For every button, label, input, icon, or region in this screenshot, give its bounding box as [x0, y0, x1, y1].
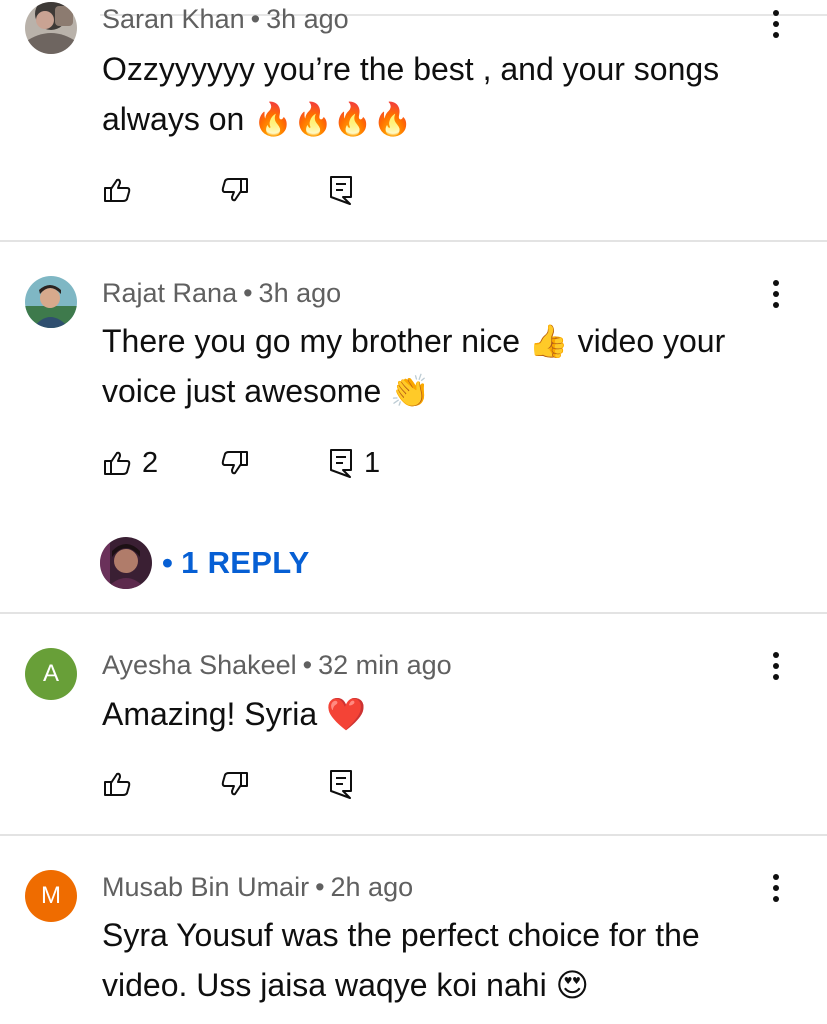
- thumb-down-icon: [220, 448, 250, 478]
- dot: [773, 652, 779, 658]
- comment-author[interactable]: Musab Bin Umair: [102, 872, 309, 902]
- dislike-button[interactable]: [220, 173, 250, 207]
- reply-button[interactable]: 1: [328, 446, 380, 480]
- comment-meta: Ayesha Shakeel • 32 min ago: [102, 650, 452, 681]
- more-options-button[interactable]: [764, 274, 788, 314]
- avatar[interactable]: [25, 276, 77, 328]
- reply-button[interactable]: [328, 767, 364, 801]
- comment-item: A Ayesha Shakeel • 32 min ago Amazing! Syr…: [0, 614, 827, 834]
- dot: [773, 302, 779, 308]
- like-button[interactable]: 2: [102, 446, 158, 480]
- comment-actions: [102, 767, 402, 801]
- more-options-button[interactable]: [764, 646, 788, 686]
- meta-separator: •: [243, 278, 253, 308]
- comment-item: Saran Khan • 3h ago Ozzyyyyyy you’re the b…: [0, 0, 827, 240]
- comment-meta: Rajat Rana • 3h ago: [102, 278, 341, 309]
- comment-actions: 2 1: [102, 446, 402, 480]
- thumb-up-icon: [102, 175, 132, 205]
- comment-meta: Saran Khan • 3h ago: [102, 4, 349, 35]
- comment-text: There you go my brother nice 👍 video you…: [102, 323, 726, 409]
- comment-text: Ozzyyyyyy you’re the best , and your son…: [102, 51, 720, 137]
- reply-separator: •: [162, 545, 174, 580]
- reply-button[interactable]: [328, 173, 364, 207]
- comment-actions: [102, 173, 402, 207]
- thumb-up-icon: [102, 769, 132, 799]
- avatar[interactable]: A: [25, 648, 77, 700]
- dot: [773, 896, 779, 902]
- dislike-button[interactable]: [220, 767, 250, 801]
- comment-reply-icon: [328, 768, 354, 800]
- meta-separator: •: [302, 650, 313, 680]
- thumb-down-icon: [220, 769, 250, 799]
- comment-time: 2h ago: [330, 872, 414, 902]
- more-options-button[interactable]: [764, 4, 788, 44]
- more-options-button[interactable]: [764, 868, 788, 908]
- meta-separator: •: [315, 872, 325, 902]
- like-button[interactable]: [102, 767, 142, 801]
- dot: [773, 21, 779, 27]
- comment-text: Amazing! Syria ❤️: [102, 696, 366, 732]
- comment-meta: Musab Bin Umair • 2h ago: [102, 872, 413, 903]
- comment-reply-icon: [328, 174, 354, 206]
- meta-separator: •: [250, 4, 261, 34]
- dot: [773, 663, 779, 669]
- comment-author[interactable]: Saran Khan: [102, 4, 245, 34]
- reply-count: 1: [364, 446, 381, 479]
- dot: [773, 280, 779, 286]
- dot: [773, 32, 779, 38]
- dot: [773, 874, 779, 880]
- comment-item: M Musab Bin Umair • 2h ago Syra Yousuf was…: [0, 836, 827, 1024]
- avatar[interactable]: M: [25, 870, 77, 922]
- avatar[interactable]: [25, 2, 77, 54]
- like-button[interactable]: [102, 173, 142, 207]
- like-count: 2: [142, 446, 159, 479]
- comment-time: 32 min ago: [318, 650, 452, 680]
- view-replies-link[interactable]: 1 REPLY: [181, 545, 309, 581]
- dot: [773, 291, 779, 297]
- view-replies[interactable]: • 1 REPLY: [100, 536, 310, 590]
- comment-text: Syra Yousuf was the perfect choice for t…: [102, 917, 700, 1003]
- comment-time: 3h ago: [266, 4, 349, 34]
- thumb-down-icon: [220, 175, 250, 205]
- thumb-up-icon: [102, 448, 132, 478]
- dot: [773, 674, 779, 680]
- comment-item: Rajat Rana • 3h ago There you go my brothe…: [0, 242, 827, 612]
- dot: [773, 10, 779, 16]
- reply-avatar: [100, 537, 152, 589]
- dot: [773, 885, 779, 891]
- dislike-button[interactable]: [220, 446, 250, 480]
- comment-reply-icon: [328, 447, 354, 479]
- comment-time: 3h ago: [258, 278, 342, 308]
- comment-author[interactable]: Ayesha Shakeel: [102, 650, 297, 680]
- comment-author[interactable]: Rajat Rana: [102, 278, 237, 308]
